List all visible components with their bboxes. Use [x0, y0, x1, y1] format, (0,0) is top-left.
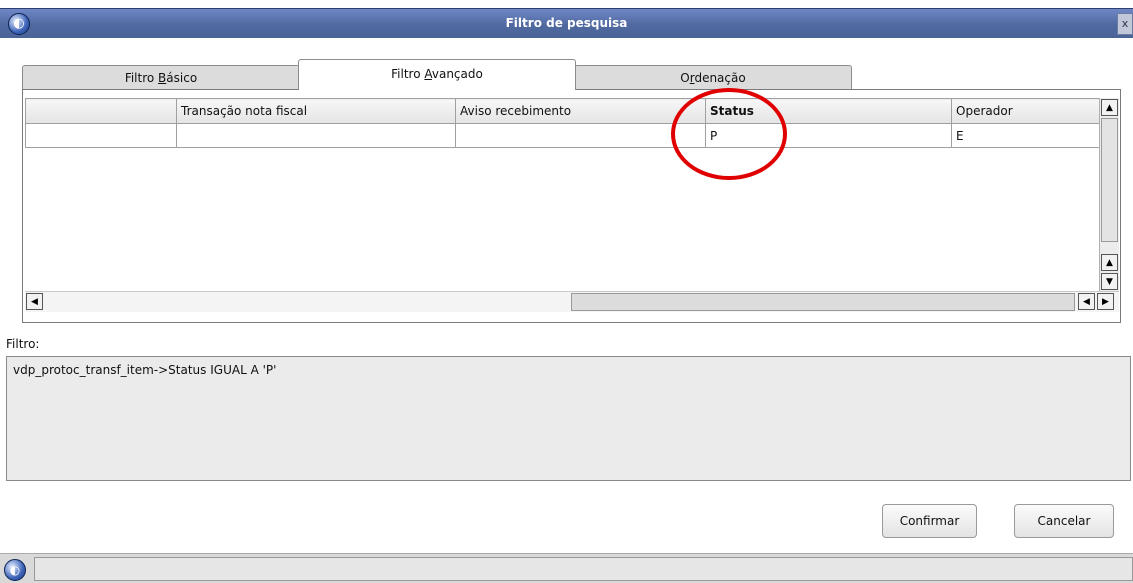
tab-label-pre: Filtro: [124, 71, 159, 85]
filter-table: Transação nota fiscal Aviso recebimento …: [25, 98, 1103, 148]
filter-expression-field[interactable]: vdp_protoc_transf_item->Status IGUAL A '…: [6, 356, 1131, 481]
scroll-right-icon[interactable]: ▶: [1097, 293, 1114, 310]
filter-grid: Transação nota fiscal Aviso recebimento …: [22, 89, 1121, 323]
column-header-operador[interactable]: Operador: [951, 98, 1103, 124]
table-header-row: Transação nota fiscal Aviso recebimento …: [25, 98, 1103, 124]
table-cell[interactable]: [176, 123, 456, 148]
filter-label: Filtro:: [6, 337, 40, 351]
tab-ordenacao[interactable]: Ordenação: [574, 65, 852, 90]
table-cell[interactable]: [455, 123, 706, 148]
tab-label-pre: O: [680, 71, 690, 85]
scroll-left-icon[interactable]: ◀: [1078, 293, 1095, 310]
vertical-scroll-thumb[interactable]: [1101, 118, 1118, 242]
tab-label-pre: Filtro: [391, 67, 425, 81]
horizontal-scrollbar[interactable]: ◀ ◀ ▶: [25, 291, 1119, 312]
close-button[interactable]: x: [1117, 13, 1133, 35]
tab-label-post: vançado: [431, 67, 483, 81]
cancel-button[interactable]: Cancelar: [1014, 504, 1114, 538]
app-logo-icon[interactable]: ◐: [4, 559, 26, 581]
tab-label-post: denação: [694, 71, 746, 85]
status-field: [34, 557, 1133, 581]
scroll-up-icon[interactable]: ▲: [1101, 254, 1118, 271]
tab-label-post: ásico: [166, 71, 198, 85]
column-header-transacao[interactable]: Transação nota fiscal: [176, 98, 456, 124]
table-cell-operador[interactable]: E: [951, 123, 1103, 148]
window-title: Filtro de pesquisa: [505, 16, 628, 30]
title-bar: ◐ Filtro de pesquisa x: [0, 8, 1133, 38]
column-header-aviso[interactable]: Aviso recebimento: [455, 98, 706, 124]
vertical-scrollbar[interactable]: ▲ ▲ ▼: [1099, 98, 1119, 292]
status-bar: ◐: [0, 553, 1133, 583]
scroll-down-icon[interactable]: ▼: [1101, 273, 1118, 290]
filter-expression-text: vdp_protoc_transf_item->Status IGUAL A '…: [13, 363, 277, 377]
table-row: P E: [25, 123, 1103, 148]
scroll-up-icon[interactable]: ▲: [1101, 99, 1118, 116]
table-cell[interactable]: [25, 123, 177, 148]
highlight-circle-annotation: [671, 88, 787, 180]
horizontal-scroll-thumb[interactable]: [571, 293, 1075, 311]
tab-label-key: A: [424, 67, 432, 81]
scroll-left-icon[interactable]: ◀: [26, 293, 43, 310]
tab-filtro-avancado[interactable]: Filtro Avançado: [298, 59, 576, 90]
tab-filtro-basico[interactable]: Filtro Básico: [22, 65, 300, 90]
column-header-row-selector[interactable]: [25, 98, 177, 124]
confirm-button[interactable]: Confirmar: [882, 504, 977, 538]
